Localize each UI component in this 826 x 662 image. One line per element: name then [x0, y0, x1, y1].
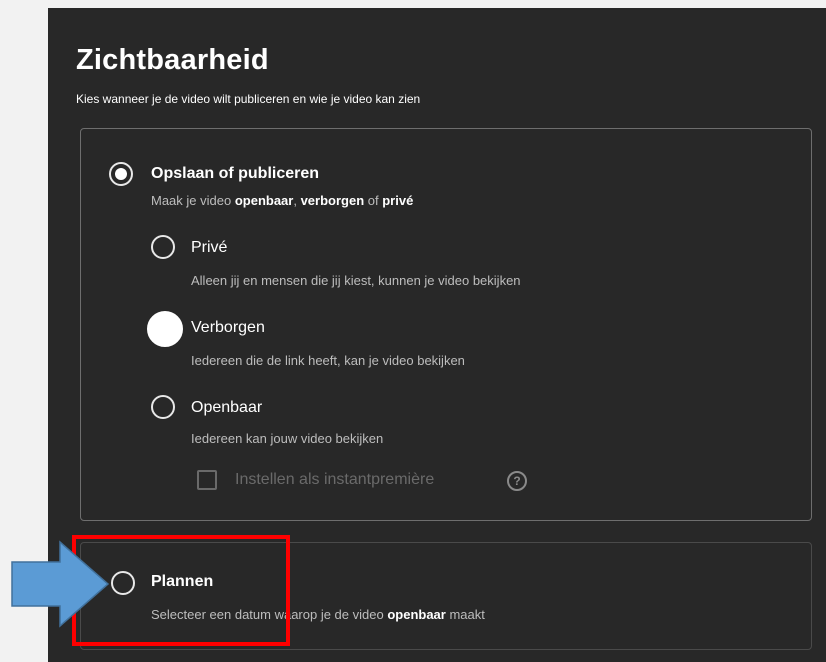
save-publish-radio[interactable] — [109, 162, 133, 186]
save-publish-section: Opslaan of publiceren Maak je video open… — [80, 128, 812, 521]
public-label[interactable]: Openbaar — [191, 399, 262, 417]
pointer-arrow-icon — [11, 540, 110, 628]
unlisted-radio[interactable] — [147, 311, 183, 347]
save-publish-description: Maak je video openbaar, verborgen of pri… — [151, 193, 414, 208]
private-description: Alleen jij en mensen die jij kiest, kunn… — [191, 273, 521, 288]
unlisted-description: Iedereen die de link heeft, kan je video… — [191, 353, 465, 368]
premiere-checkbox[interactable] — [197, 470, 217, 490]
page-subtitle: Kies wanneer je de video wilt publiceren… — [76, 92, 421, 106]
unlisted-label[interactable]: Verborgen — [191, 319, 265, 337]
private-radio[interactable] — [151, 235, 175, 259]
public-description: Iedereen kan jouw video bekijken — [191, 431, 384, 446]
private-label[interactable]: Privé — [191, 239, 227, 257]
help-icon[interactable]: ? — [507, 471, 527, 491]
save-publish-label[interactable]: Opslaan of publiceren — [151, 165, 319, 183]
premiere-label[interactable]: Instellen als instantpremière — [235, 471, 434, 489]
page-title: Zichtbaarheid — [76, 44, 269, 76]
public-radio[interactable] — [151, 395, 175, 419]
